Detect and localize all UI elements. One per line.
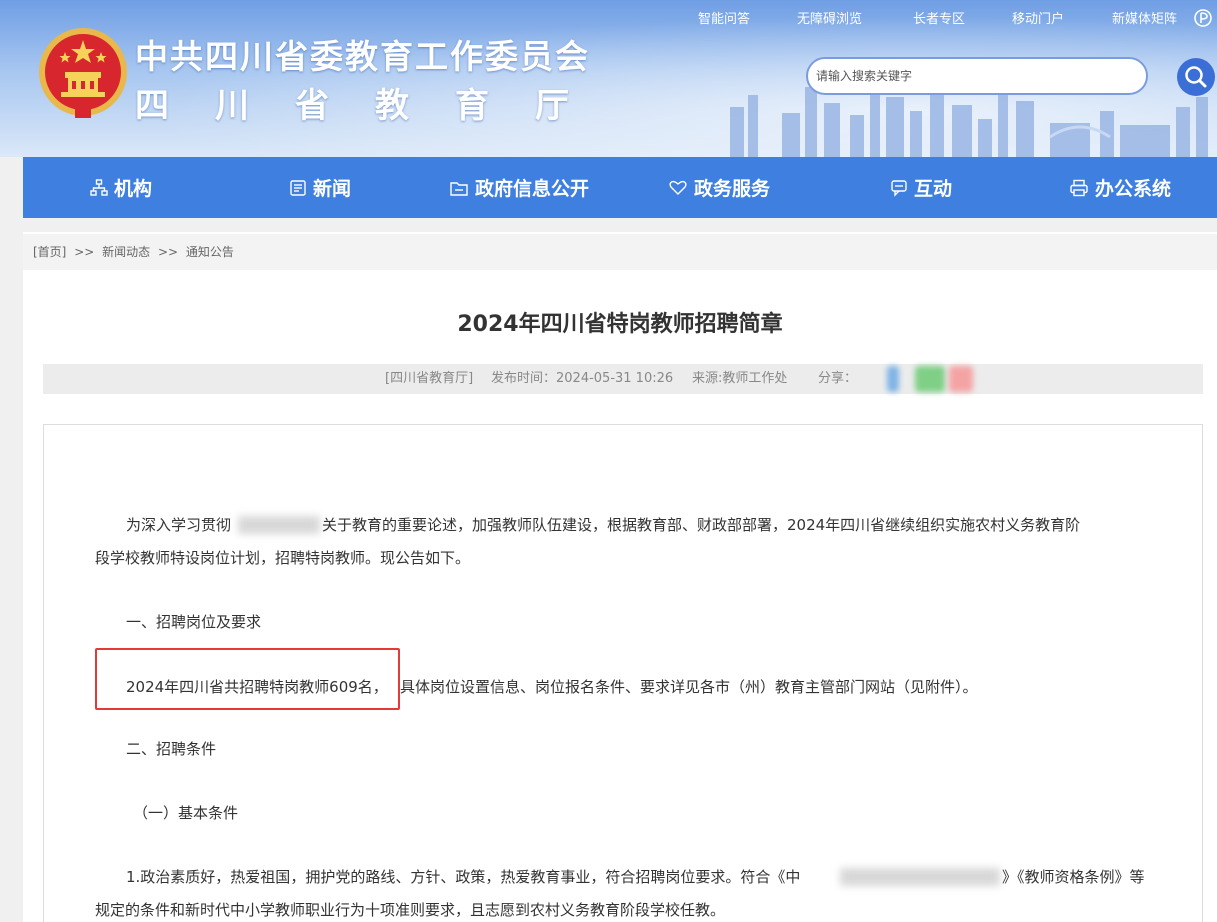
top-link-new-media[interactable]: 新媒体矩阵 xyxy=(1112,8,1177,27)
paragraph-condition-1-end: 规定的条件和新时代中小学教师职业行为十项准则要求，且志愿到农村义务教育阶段学校任… xyxy=(95,901,726,919)
nav-item-gov-services[interactable]: 政务服务 xyxy=(668,157,770,218)
site-subtitle: 四川省教育厅 xyxy=(135,86,615,126)
breadcrumb-separator: >> xyxy=(74,245,95,259)
chat-icon xyxy=(891,179,907,197)
nav-label-office-system: 办公系统 xyxy=(1095,178,1172,200)
paragraph-quota-highlight: 2024年四川省共招聘特岗教师609名， xyxy=(126,678,388,696)
section-heading-positions: 一、招聘岗位及要求 xyxy=(126,613,262,631)
top-link-smart-qa[interactable]: 智能问答 xyxy=(698,8,750,27)
nav-label-gov-info: 政府信息公开 xyxy=(475,178,590,200)
site-title: 中共四川省委教育工作委员会 xyxy=(135,37,590,76)
section-heading-conditions: 二、招聘条件 xyxy=(126,740,217,758)
meta-share-label: 分享： xyxy=(818,371,858,386)
search-input[interactable] xyxy=(808,59,1128,93)
new-media-icon[interactable] xyxy=(1193,8,1213,28)
breadcrumb: [首页] >> 新闻动态 >> 通知公告 xyxy=(23,234,1217,270)
site-header: 中共四川省委教育工作委员会 四川省教育厅 智能问答 无障碍浏览 长者专区 移动门… xyxy=(0,0,1217,157)
national-emblem-icon xyxy=(39,28,127,118)
nav-item-interaction[interactable]: 互动 xyxy=(890,157,952,218)
nav-label-interaction: 互动 xyxy=(914,178,953,200)
printer-icon xyxy=(1070,179,1088,196)
search-button[interactable] xyxy=(1177,58,1215,96)
subsection-basic-conditions: （一）基本条件 xyxy=(133,804,239,822)
search-icon xyxy=(1185,66,1207,88)
newspaper-icon xyxy=(290,179,306,196)
top-link-accessibility[interactable]: 无障碍浏览 xyxy=(797,8,862,27)
nav-item-organization[interactable]: 机构 xyxy=(90,157,152,218)
nav-label-news: 新闻 xyxy=(313,178,352,200)
top-link-elderly[interactable]: 长者专区 xyxy=(913,8,965,27)
paragraph-intro-rest: 关于教育的重要论述，加强教师队伍建设，根据教育部、财政部部署，2024年四川省继… xyxy=(322,516,1081,534)
top-links: 智能问答 无障碍浏览 长者专区 移动门户 新媒体矩阵 xyxy=(680,8,1217,28)
meta-source: 来源:教师工作处 xyxy=(692,371,788,386)
search-box xyxy=(806,57,1148,95)
article-meta: [四川省教育厅] 发布时间：2024-05-31 10:26 来源:教师工作处 … xyxy=(43,364,1203,394)
redacted-text xyxy=(238,516,320,534)
nav-item-gov-info[interactable]: 政府信息公开 xyxy=(449,157,589,218)
nav-label-organization: 机构 xyxy=(114,178,153,200)
main-nav: 机构 新闻 政府信息公开 政务服务 互动 办公系统 xyxy=(23,157,1217,218)
breadcrumb-home[interactable]: [首页] xyxy=(33,245,66,259)
meta-publish-time: 发布时间：2024-05-31 10:26 xyxy=(491,371,674,386)
paragraph-condition-1-start: 1.政治素质好，热爱祖国，拥护党的路线、方针、政策，热爱教育事业，符合招聘岗位要… xyxy=(126,868,801,886)
nav-item-office-system[interactable]: 办公系统 xyxy=(1069,157,1171,218)
meta-source-org: [四川省教育厅] xyxy=(385,371,474,386)
paragraph-intro-start: 为深入学习贯彻 xyxy=(126,516,232,534)
top-link-mobile[interactable]: 移动门户 xyxy=(1012,8,1064,27)
heart-hand-icon xyxy=(669,180,687,195)
breadcrumb-news[interactable]: 新闻动态 xyxy=(102,245,150,259)
paragraph-quota-details: 具体岗位设置信息、岗位报名条件、要求详见各市（州）教育主管部门网站（见附件）。 xyxy=(400,678,978,696)
org-chart-icon xyxy=(90,178,108,196)
share-qq-icon[interactable] xyxy=(949,366,973,392)
paragraph-intro-end: 段学校教师特设岗位计划，招聘特岗教师。现公告如下。 xyxy=(95,549,471,567)
article-body xyxy=(43,424,1203,922)
article-title: 2024年四川省特岗教师招聘简章 xyxy=(457,312,783,337)
paragraph-condition-1-mid: 》《教师资格条例》等 xyxy=(1002,868,1145,886)
share-wechat-icon[interactable] xyxy=(915,366,945,392)
nav-label-gov-services: 政务服务 xyxy=(694,178,771,200)
nav-item-news[interactable]: 新闻 xyxy=(289,157,351,218)
folder-info-icon xyxy=(450,181,468,196)
share-weibo-icon[interactable] xyxy=(887,366,899,392)
breadcrumb-notices[interactable]: 通知公告 xyxy=(186,245,234,259)
redacted-text xyxy=(840,868,1000,886)
breadcrumb-separator: >> xyxy=(157,245,179,259)
